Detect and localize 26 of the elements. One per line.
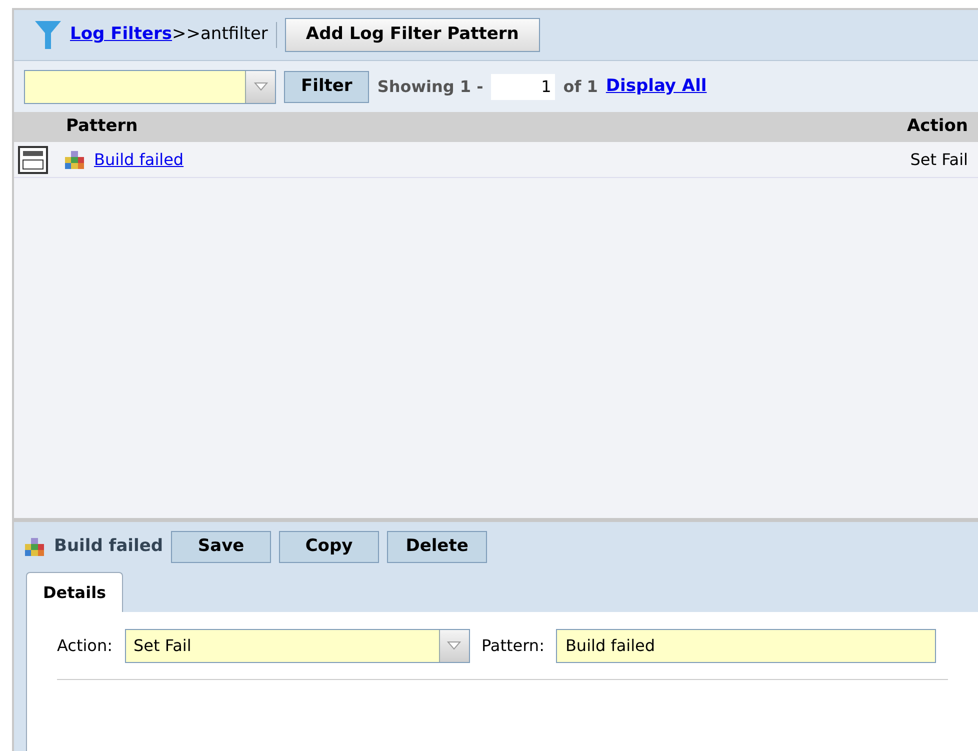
- breadcrumb-current: >>antfilter: [172, 22, 277, 48]
- row-menu-icon[interactable]: [18, 146, 48, 174]
- page-count-label: of 1: [563, 76, 598, 98]
- action-button[interactable]: Delete: [387, 531, 488, 563]
- details-tab[interactable]: Details: [26, 572, 124, 612]
- page-field[interactable]: 1: [491, 74, 556, 100]
- action-dropdown[interactable]: Set Fail: [124, 628, 470, 662]
- table-cell-text: Set Fail: [910, 148, 969, 170]
- funnel-icon: [34, 19, 62, 51]
- blocks-icon: [24, 537, 46, 557]
- pattern-link[interactable]: Build failed: [94, 148, 902, 172]
- filter-button[interactable]: Filter: [284, 70, 370, 102]
- blocks-icon: [64, 150, 86, 170]
- column-header: Pattern: [66, 115, 139, 138]
- action-button[interactable]: Save: [171, 531, 272, 563]
- detail-title: Build failed: [54, 535, 164, 558]
- breadcrumb-link[interactable]: Log Filters: [70, 24, 172, 44]
- add-pattern-button[interactable]: Add Log Filter Pattern: [284, 18, 540, 52]
- display-all-link[interactable]: Display All: [606, 74, 707, 100]
- pattern-field[interactable]: Build failed: [556, 628, 936, 662]
- filter-dropdown[interactable]: [24, 70, 276, 104]
- field-label: Pattern:: [482, 634, 544, 656]
- showing-label: Showing 1 -: [377, 76, 484, 98]
- action-button[interactable]: Copy: [279, 531, 380, 563]
- column-header: Action: [907, 115, 969, 138]
- field-label: Action:: [57, 634, 112, 656]
